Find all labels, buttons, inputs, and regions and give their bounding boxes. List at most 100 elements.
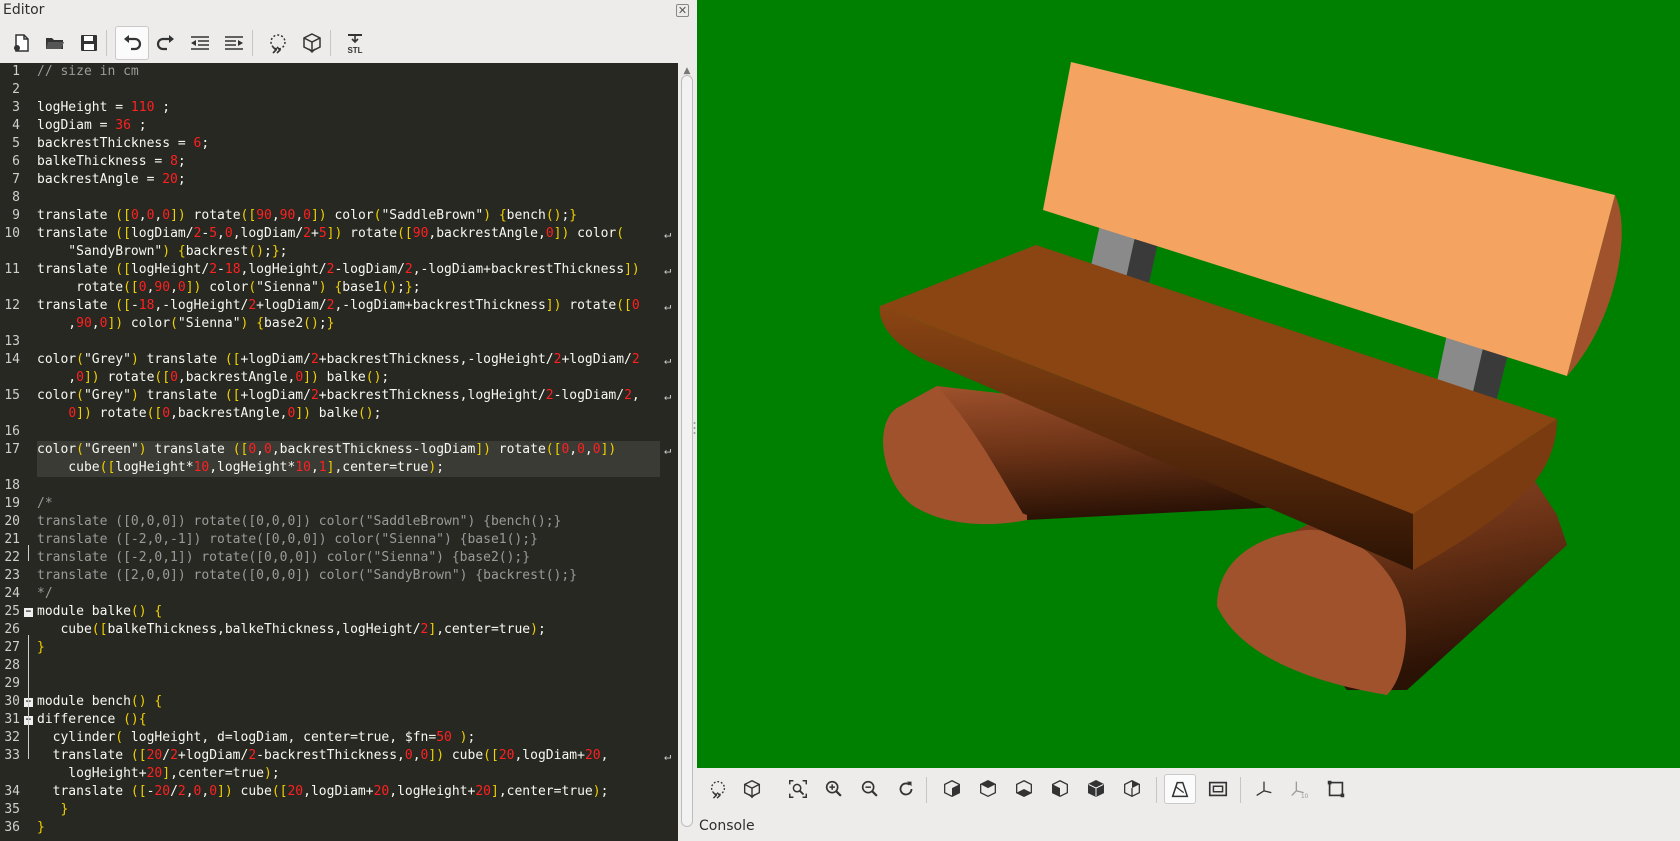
code-line[interactable]: cube([balkeThickness,balkeThickness,logH… [37, 621, 660, 639]
code-token: ([ [616, 298, 632, 313]
code-line-continuation[interactable]: ,0]) rotate([0,backrestAngle,0]) balke()… [37, 369, 660, 387]
code-token: base1 [342, 280, 382, 295]
code-token: 90 [279, 208, 296, 223]
code-line[interactable]: translate ([logHeight/2-18,logHeight/2-l… [37, 261, 660, 279]
orthogonal-button[interactable] [1202, 774, 1234, 804]
code-token: 20 [498, 748, 515, 763]
show-edges-button[interactable] [1320, 774, 1352, 804]
code-token: ,-logDiam+backrestThickness [334, 298, 546, 313]
toolbar-separator [926, 777, 927, 803]
code-line-continuation[interactable]: cube([logHeight*10,logHeight*10,1],cente… [37, 459, 660, 477]
render-button[interactable] [295, 26, 329, 60]
preview-button[interactable] [702, 774, 734, 804]
redo-button[interactable] [149, 26, 183, 60]
code-token: logDiam = [37, 118, 116, 133]
save-file-button[interactable] [72, 26, 106, 60]
code-line[interactable]: /* [37, 495, 660, 513]
zoom-out-button[interactable] [854, 774, 886, 804]
code-line[interactable]: } [37, 819, 660, 837]
scale-markers-icon: 10 [1291, 781, 1309, 800]
code-line[interactable]: translate ([20/2+logDiam/2-backrestThick… [37, 747, 660, 765]
code-line-continuation[interactable]: 0]) rotate([0,backrestAngle,0]) balke(); [37, 405, 660, 423]
code-line[interactable]: backrestThickness = 6; [37, 135, 660, 153]
view-top-button[interactable] [972, 774, 1004, 804]
view-right-button[interactable] [936, 774, 968, 804]
code-token: 110 [130, 100, 155, 115]
code-line[interactable]: } [37, 639, 660, 657]
code-token: 50 [436, 730, 452, 745]
code-line[interactable]: translate ([-2,0,1]) rotate([0,0,0]) col… [37, 549, 660, 567]
code-token: ([ [154, 370, 171, 385]
fold-toggle-icon[interactable]: − [24, 608, 33, 617]
undo-button[interactable] [115, 26, 149, 60]
code-line[interactable]: logHeight = 110 ; [37, 99, 660, 117]
code-line[interactable]: // size in cm [37, 63, 660, 81]
unindent-button[interactable] [183, 26, 217, 60]
close-icon[interactable]: ✕ [676, 4, 689, 17]
view-back-button[interactable] [1116, 774, 1148, 804]
code-token: ,backrestAngle, [177, 370, 296, 385]
code-line[interactable]: translate ([0,0,0]) rotate([90,90,0]) co… [37, 207, 660, 225]
render-button[interactable] [736, 774, 768, 804]
view-left-button[interactable] [1044, 774, 1076, 804]
preview-button[interactable] [261, 26, 295, 60]
perspective-button[interactable] [1164, 774, 1196, 804]
3d-viewport[interactable] [697, 0, 1680, 768]
new-file-button[interactable] [4, 26, 38, 60]
code-token: ,center=true [334, 460, 429, 475]
code-token: } [404, 280, 413, 295]
code-token: / [170, 784, 178, 799]
show-scale-button[interactable]: 10 [1284, 774, 1316, 804]
code-token: () [365, 370, 382, 385]
view-front-button[interactable] [1080, 774, 1112, 804]
open-file-button[interactable] [38, 26, 72, 60]
zoom-in-button[interactable] [818, 774, 850, 804]
code-line-continuation[interactable]: ,90,0]) color("Sienna") {base2();} [37, 315, 660, 333]
render-cube-icon [743, 779, 761, 799]
code-token: 2 [248, 748, 257, 763]
code-line[interactable]: translate ([-2,0,-1]) rotate([0,0,0]) co… [37, 531, 660, 549]
code-line[interactable]: translate ([logDiam/2-5,0,logDiam/2+5]) … [37, 225, 660, 243]
view-bottom-icon [1016, 780, 1032, 798]
code-token: difference [37, 712, 124, 727]
code-line[interactable]: backrestAngle = 20; [37, 171, 660, 189]
code-line[interactable]: cylinder( logHeight, d=logDiam, center=t… [37, 729, 660, 747]
code-line-continuation[interactable]: rotate([0,90,0]) color("Sienna") {base1(… [37, 279, 660, 297]
code-token: , [185, 784, 194, 799]
code-line[interactable]: translate ([0,0,0]) rotate([0,0,0]) colo… [37, 513, 660, 531]
line-number: 32 [4, 730, 20, 745]
code-line[interactable]: color("Grey") translate ([+logDiam/2+bac… [37, 351, 660, 369]
code-token: } [271, 244, 280, 259]
code-line[interactable]: translate ([-20/2,0,0]) cube([20,logDiam… [37, 783, 660, 801]
code-line[interactable]: logDiam = 36 ; [37, 117, 660, 135]
code-line[interactable]: */ [37, 585, 660, 603]
code-line[interactable]: color("Grey") translate ([+logDiam/2+bac… [37, 387, 660, 405]
code-token: logHeight = [37, 100, 131, 115]
editor-vertical-scrollbar[interactable]: ▲ [678, 63, 697, 841]
code-line-continuation[interactable]: logHeight+20],center=true); [37, 765, 660, 783]
code-line[interactable]: difference (){ [37, 711, 660, 729]
line-number: 18 [4, 478, 20, 493]
code-line[interactable]: module bench() { [37, 693, 660, 711]
panel-splitter-handle[interactable] [693, 420, 696, 436]
code-line[interactable]: } [37, 801, 660, 819]
line-number: 33 [4, 748, 20, 763]
reset-view-button[interactable] [890, 774, 922, 804]
scrollbar-thumb[interactable] [681, 75, 693, 827]
indent-button[interactable] [217, 26, 251, 60]
code-token: ; [467, 730, 476, 745]
code-line[interactable]: color("Green") translate ([0,0,backrestT… [37, 441, 660, 459]
code-editor[interactable]: 1 2 3 4 5 6 7 8 9 10 11 12 13 14 15 16 17 18 19 20 21 22 23 24 2… [0, 63, 678, 841]
code-line[interactable]: translate ([2,0,0]) rotate([0,0,0]) colo… [37, 567, 660, 585]
view-bottom-button[interactable] [1008, 774, 1040, 804]
code-line[interactable]: translate ([-18,-logHeight/2+logDiam/2,-… [37, 297, 660, 315]
code-line[interactable]: module balke() { [37, 603, 660, 621]
code-line[interactable]: balkeThickness = 8; [37, 153, 660, 171]
view-all-button[interactable] [782, 774, 814, 804]
show-axes-button[interactable] [1248, 774, 1280, 804]
code-token: 0 [592, 442, 601, 457]
code-token: () [130, 694, 147, 709]
code-token: , [256, 442, 264, 457]
code-line-continuation[interactable]: "SandyBrown") {backrest();}; [37, 243, 660, 261]
export-stl-button[interactable]: STL [338, 26, 372, 60]
